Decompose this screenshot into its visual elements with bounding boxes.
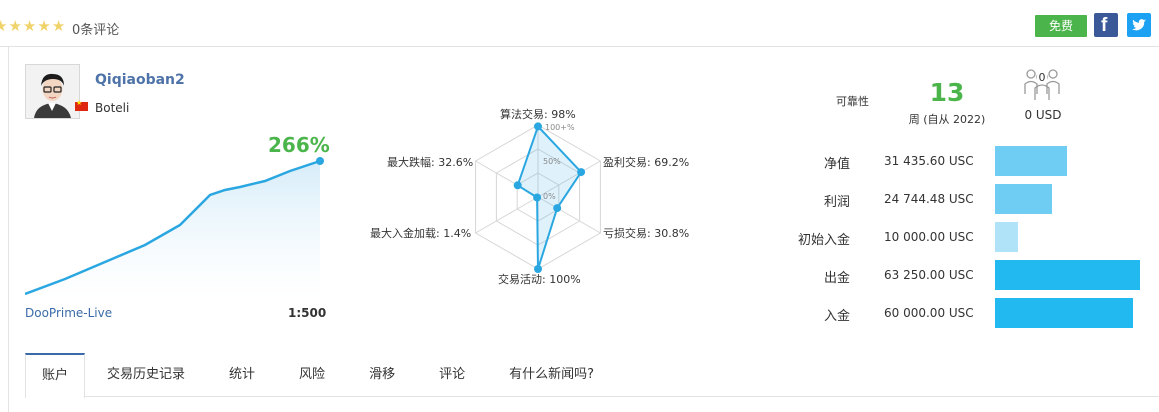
avatar[interactable] [25,64,80,119]
star-icon[interactable]: ★ [52,18,65,34]
financial-bar [995,222,1018,252]
star-icon[interactable]: ★ [8,18,21,34]
financial-bar [995,146,1067,176]
financial-bar [995,298,1133,328]
radar-label-max-drawdown: 最大跌幅: 32.6% [387,156,474,169]
tab-reviews[interactable]: 评论 [417,353,487,397]
financial-value: 60 000.00 USC [884,306,974,320]
star-icon[interactable]: ★ [37,18,50,34]
free-button[interactable]: 免费 [1035,15,1087,37]
tab-trading-history[interactable]: 交易历史记录 [85,353,207,397]
radar-label-algo: 算法交易: 98% [500,108,576,121]
growth-value: 266% [268,133,330,157]
financial-label: 净值 [823,157,850,172]
radar-center-label: 0% [543,192,556,201]
financial-row: 出金 63 250.00 USC [790,260,1150,290]
radar-point [513,181,522,190]
tab-statistics[interactable]: 统计 [207,353,277,397]
radar-point [534,122,542,131]
growth-endpoint [316,157,324,165]
radar-outer-label: 100+% [545,123,575,132]
financial-label: 初始入金 [797,233,850,248]
twitter-icon[interactable] [1127,13,1151,37]
financial-label: 入金 [823,309,850,324]
radar-point [533,193,542,202]
star-icon[interactable]: ★ [23,18,36,34]
radar-svg: 100+% 50% 0% [475,122,601,273]
financial-value: 31 435.60 USC [884,154,974,168]
tab-news[interactable]: 有什么新闻吗? [487,353,616,397]
radar-label-loss-trades: 亏损交易: 30.8% [603,227,690,240]
tab-risks[interactable]: 风险 [277,353,347,397]
rating-stars[interactable]: ★ ★ ★ ★ ★ [0,18,65,34]
radar-point [577,168,586,177]
username-link[interactable]: Qiqiaoban2 [95,72,185,88]
broker-link[interactable]: DooPrime-Live [25,306,112,320]
financial-row: 初始入金 10 000.00 USC [790,222,1150,252]
leverage-value: 1:500 [288,306,327,320]
radar-label-profit-trades: 盈利交易: 69.2% [603,156,690,169]
subscription-price: 0 USD [1024,108,1062,122]
radar-axis-line [475,196,539,234]
growth-chart[interactable] [25,155,325,300]
tab-slippage[interactable]: 滑移 [347,353,417,397]
signal-header-bar: ★ ★ ★ ★ ★ 0条评论 免费 f [0,0,1159,47]
reliability-label: 可靠性 [836,95,869,108]
radar-chart: 100+% 50% 0% 算法交易: 98% 盈利交易: 69.2% 亏损交易:… [360,98,710,292]
financial-row: 利润 24 744.48 USC [790,184,1150,214]
subscribers-count: 0 [1039,71,1046,84]
financial-value: 24 744.48 USC [884,192,974,206]
financial-row: 入金 60 000.00 USC [790,298,1150,328]
financial-value: 10 000.00 USC [884,230,974,244]
tab-account[interactable]: 账户 [25,353,86,398]
china-flag-icon [75,99,88,111]
financial-bar [995,260,1140,290]
financial-row: 净值 31 435.60 USC [790,146,1150,176]
tab-bar: 账户 交易历史记录 统计 风险 滑移 评论 有什么新闻吗? [25,353,1159,398]
radar-mid-label: 50% [543,157,561,166]
display-name: Boteli [95,101,130,115]
subscribers-icon: 0 [1024,69,1060,100]
radar-label-activity: 交易活动: 100% [498,273,581,286]
financial-bar [995,184,1052,214]
facebook-icon[interactable]: f [1094,13,1118,37]
reliability-weeks: 13 [929,78,965,107]
financial-value: 63 250.00 USC [884,268,974,282]
reliability-since: 周 (自从 2022) [908,113,986,126]
star-icon[interactable]: ★ [0,18,7,34]
review-count-link[interactable]: 0条评论 [72,19,119,38]
financial-label: 利润 [823,195,850,210]
financial-label: 出金 [823,271,850,286]
radar-point [553,204,562,213]
radar-label-deposit-load: 最大入金加载: 1.4% [370,227,472,240]
